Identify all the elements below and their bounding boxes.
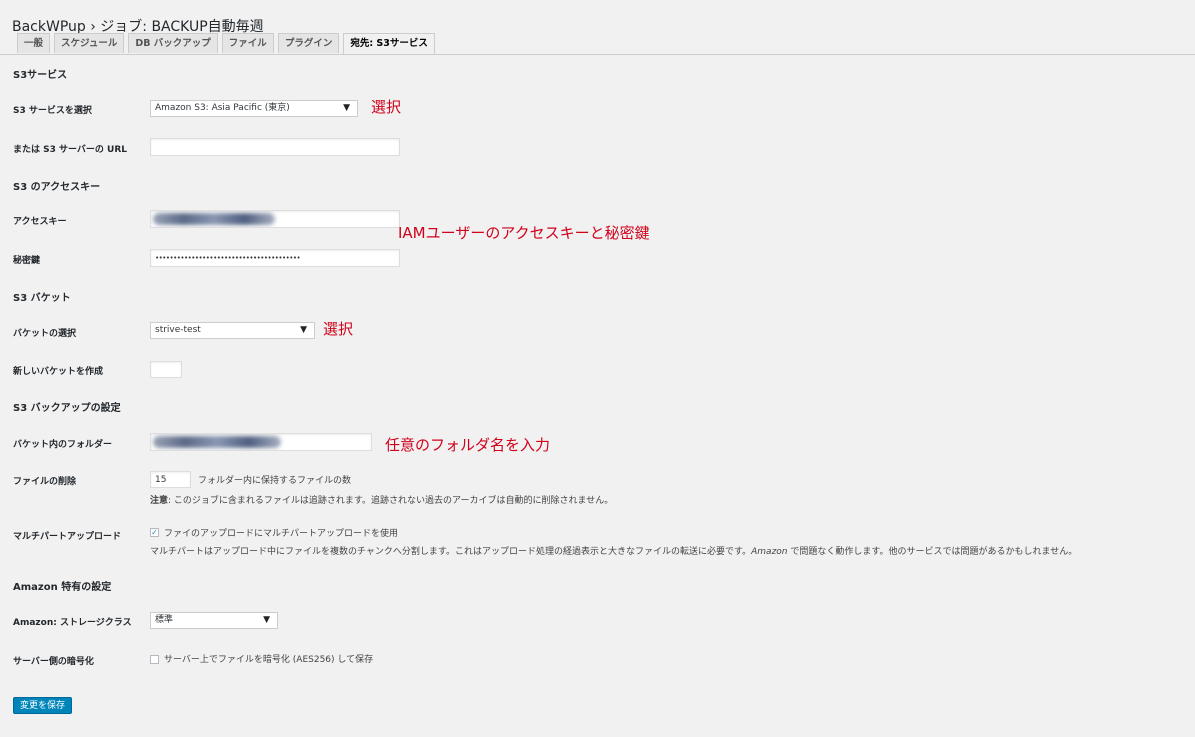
section-bucket: S3 バケット [13, 293, 71, 304]
bucket-folder-label: バケット内のフォルダー [13, 440, 113, 450]
section-amazon: Amazon 特有の設定 [13, 582, 112, 593]
save-button[interactable]: 変更を保存 [13, 697, 73, 714]
bucket-folder-input[interactable] [150, 433, 372, 451]
tab-bar: 一般 スケジュール DB バックアップ ファイル プラグイン 宛先: S3サービ… [17, 33, 439, 54]
multipart-description: マルチパートはアップロード中にファイルを複数のチャンクへ分割します。これはアップ… [150, 544, 1077, 557]
file-delete-note: 注意: このジョブに含まれるファイルは追跡されます。追跡されない過去のアーカイブ… [150, 493, 613, 506]
file-count-suffix: フォルダー内に保持するファイルの数 [198, 476, 352, 486]
sse-checkbox[interactable] [150, 655, 159, 664]
storage-class-value: 標準 [155, 615, 174, 625]
tab-divider [0, 54, 1195, 55]
annotation-keys: IAMユーザーのアクセスキーと秘密鍵 [398, 224, 650, 242]
tab-files[interactable]: ファイル [221, 33, 274, 53]
secret-key-label: 秘密鍵 [13, 256, 41, 266]
annotation-select-1: 選択 [371, 98, 402, 116]
dropdown-arrow-icon: ▼ [263, 615, 270, 625]
bucket-select-label: バケットの選択 [13, 329, 77, 339]
s3-service-select-value: Amazon S3: Asia Pacific (東京) [155, 103, 290, 113]
tab-plugins[interactable]: プラグイン [277, 33, 340, 53]
tab-general[interactable]: 一般 [17, 33, 51, 53]
tab-destination-s3[interactable]: 宛先: S3サービス [343, 33, 435, 54]
annotation-folder: 任意のフォルダ名を入力 [385, 436, 551, 454]
tab-db-backup[interactable]: DB バックアップ [128, 33, 218, 53]
access-key-input[interactable] [150, 210, 400, 228]
s3-service-select[interactable]: Amazon S3: Asia Pacific (東京) ▼ [150, 100, 358, 117]
access-key-label: アクセスキー [13, 217, 67, 227]
section-backup-settings: S3 バックアップの設定 [13, 403, 121, 414]
file-delete-note-strong: 注意 [150, 496, 169, 506]
s3-service-label: S3 サービスを選択 [13, 106, 92, 116]
file-delete-label: ファイルの削除 [13, 477, 77, 487]
dropdown-arrow-icon: ▼ [343, 103, 350, 113]
sse-label: サーバー側の暗号化 [13, 657, 94, 667]
redacted-folder-name [153, 436, 281, 448]
s3-server-url-input[interactable] [150, 138, 400, 156]
multipart-label: マルチパートアップロード [13, 532, 122, 542]
redacted-access-key [153, 213, 275, 225]
new-bucket-label: 新しいバケットを作成 [13, 367, 104, 377]
bucket-select-value: strive-test [155, 325, 201, 335]
multipart-desc-em: Amazon [751, 547, 788, 557]
section-access-key: S3 のアクセスキー [13, 182, 101, 193]
storage-class-select[interactable]: 標準 ▼ [150, 612, 278, 629]
dropdown-arrow-icon: ▼ [300, 325, 307, 335]
new-bucket-input[interactable] [150, 361, 182, 378]
section-s3-service: S3サービス [13, 70, 68, 81]
storage-class-label: Amazon: ストレージクラス [13, 618, 132, 628]
multipart-checkbox-label: ファイのアップロードにマルチパートアップロードを使用 [164, 529, 399, 539]
sse-checkbox-label: サーバー上でファイルを暗号化 (AES256) して保存 [164, 655, 374, 665]
checkmark-icon: ✓ [151, 528, 158, 537]
s3-server-url-label: または S3 サーバーの URL [13, 145, 128, 155]
secret-key-input[interactable]: •••••••••••••••••••••••••••••••••••••••• [150, 249, 400, 267]
multipart-desc-b: で問題なく動作します。他のサービスでは問題があるかもしれません。 [787, 547, 1078, 557]
file-count-input[interactable]: 15 [150, 471, 191, 488]
file-delete-note-text: : このジョブに含まれるファイルは追跡されます。追跡されない過去のアーカイブは自… [168, 496, 614, 506]
bucket-select[interactable]: strive-test ▼ [150, 322, 315, 339]
multipart-desc-a: マルチパートはアップロード中にファイルを複数のチャンクへ分割します。これはアップ… [150, 547, 752, 557]
tab-schedule[interactable]: スケジュール [54, 33, 125, 53]
multipart-checkbox[interactable]: ✓ [150, 528, 159, 537]
annotation-select-2: 選択 [323, 320, 354, 338]
